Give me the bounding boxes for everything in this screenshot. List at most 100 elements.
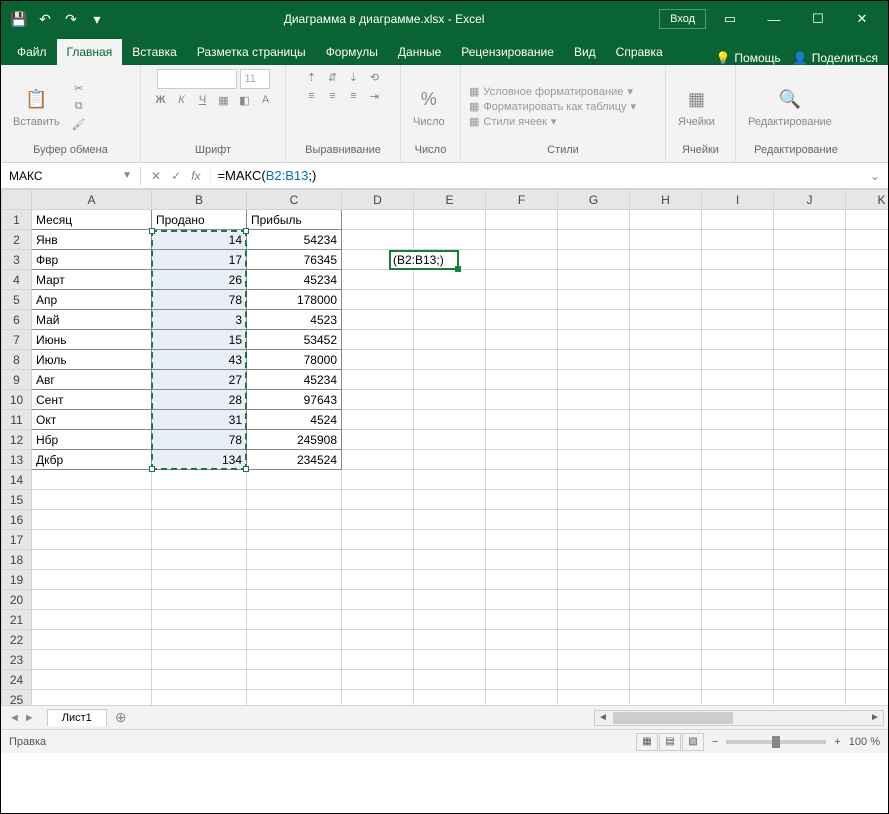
orientation-icon[interactable]: ⟲ xyxy=(366,69,384,85)
cell[interactable] xyxy=(414,550,486,570)
format-painter-icon[interactable]: 🖌 xyxy=(70,117,88,133)
cell[interactable] xyxy=(247,690,342,706)
cell[interactable]: 76345 xyxy=(247,250,342,270)
cell[interactable] xyxy=(342,310,414,330)
cell[interactable] xyxy=(846,270,889,290)
cell[interactable] xyxy=(32,550,152,570)
sheet-next-icon[interactable]: ► xyxy=(24,712,35,724)
row-header[interactable]: 21 xyxy=(2,610,32,630)
cell[interactable] xyxy=(630,290,702,310)
row-header[interactable]: 25 xyxy=(2,690,32,706)
cell[interactable] xyxy=(32,670,152,690)
sheet-prev-icon[interactable]: ◄ xyxy=(9,712,20,724)
row-header[interactable]: 11 xyxy=(2,410,32,430)
copy-icon[interactable]: ⧉ xyxy=(70,99,88,115)
cell[interactable] xyxy=(414,210,486,230)
align-top-icon[interactable]: ⇡ xyxy=(303,69,321,85)
cell[interactable] xyxy=(342,670,414,690)
cell[interactable] xyxy=(846,550,889,570)
cell[interactable] xyxy=(247,490,342,510)
cell[interactable] xyxy=(414,650,486,670)
cell[interactable] xyxy=(558,450,630,470)
cell[interactable] xyxy=(846,430,889,450)
fx-icon[interactable]: fx xyxy=(191,169,200,183)
row-header[interactable]: 4 xyxy=(2,270,32,290)
row-header[interactable]: 15 xyxy=(2,490,32,510)
cell[interactable] xyxy=(486,230,558,250)
cell[interactable] xyxy=(774,470,846,490)
col-header[interactable]: C xyxy=(247,190,342,210)
cell[interactable] xyxy=(486,250,558,270)
cell[interactable] xyxy=(247,470,342,490)
cell[interactable] xyxy=(846,230,889,250)
cell[interactable] xyxy=(414,290,486,310)
view-pagebreak-icon[interactable]: ▧ xyxy=(682,733,704,751)
cell[interactable] xyxy=(774,610,846,630)
cell[interactable] xyxy=(630,550,702,570)
cell[interactable] xyxy=(846,390,889,410)
cell[interactable] xyxy=(702,610,774,630)
cell[interactable] xyxy=(486,590,558,610)
cell[interactable] xyxy=(486,650,558,670)
cell[interactable] xyxy=(846,630,889,650)
tab-home[interactable]: Главная xyxy=(57,39,123,65)
cell[interactable] xyxy=(774,690,846,706)
cell[interactable] xyxy=(558,650,630,670)
tab-pagelayout[interactable]: Разметка страницы xyxy=(187,39,316,65)
cell[interactable] xyxy=(342,390,414,410)
cell[interactable]: Продано xyxy=(152,210,247,230)
cell[interactable]: Месяц xyxy=(32,210,152,230)
cell[interactable] xyxy=(486,270,558,290)
row-header[interactable]: 14 xyxy=(2,470,32,490)
cell[interactable] xyxy=(630,390,702,410)
cell[interactable]: 4523 xyxy=(247,310,342,330)
cell[interactable] xyxy=(558,430,630,450)
cell[interactable] xyxy=(342,430,414,450)
cell[interactable] xyxy=(846,250,889,270)
maximize-button[interactable]: ☐ xyxy=(798,5,838,33)
cell[interactable]: 45234 xyxy=(247,370,342,390)
cell[interactable] xyxy=(774,670,846,690)
cell[interactable] xyxy=(486,670,558,690)
cell[interactable] xyxy=(630,530,702,550)
cell[interactable] xyxy=(486,570,558,590)
cell[interactable] xyxy=(152,630,247,650)
cell[interactable] xyxy=(152,610,247,630)
cell[interactable] xyxy=(247,510,342,530)
cell[interactable] xyxy=(774,310,846,330)
row-header[interactable]: 24 xyxy=(2,670,32,690)
cancel-formula-icon[interactable]: ✕ xyxy=(151,169,161,183)
cell[interactable] xyxy=(486,350,558,370)
col-header[interactable]: I xyxy=(702,190,774,210)
row-header[interactable]: 10 xyxy=(2,390,32,410)
row-header[interactable]: 1 xyxy=(2,210,32,230)
cell[interactable] xyxy=(558,390,630,410)
cell[interactable] xyxy=(152,690,247,706)
zoom-slider[interactable] xyxy=(726,740,826,744)
cell[interactable] xyxy=(702,230,774,250)
cell[interactable]: 43 xyxy=(152,350,247,370)
cell[interactable] xyxy=(247,630,342,650)
cell[interactable] xyxy=(32,590,152,610)
cell[interactable] xyxy=(702,550,774,570)
cell[interactable] xyxy=(558,590,630,610)
col-header[interactable]: D xyxy=(342,190,414,210)
cell[interactable] xyxy=(558,630,630,650)
cell[interactable] xyxy=(774,530,846,550)
cell[interactable] xyxy=(558,230,630,250)
cell[interactable] xyxy=(630,690,702,706)
editing-button[interactable]: 🔍 Редактирование xyxy=(744,84,836,130)
row-header[interactable]: 20 xyxy=(2,590,32,610)
tab-insert[interactable]: Вставка xyxy=(122,39,187,65)
tab-help[interactable]: Справка xyxy=(606,39,673,65)
row-header[interactable]: 5 xyxy=(2,290,32,310)
cell[interactable] xyxy=(846,650,889,670)
paste-button[interactable]: 📋 Вставить xyxy=(9,84,64,130)
cell[interactable] xyxy=(32,470,152,490)
redo-icon[interactable]: ↷ xyxy=(59,7,83,31)
cell[interactable] xyxy=(342,570,414,590)
row-header[interactable]: 18 xyxy=(2,550,32,570)
align-left-icon[interactable]: ≡ xyxy=(303,88,321,104)
cell[interactable] xyxy=(702,250,774,270)
enter-formula-icon[interactable]: ✓ xyxy=(171,169,181,183)
